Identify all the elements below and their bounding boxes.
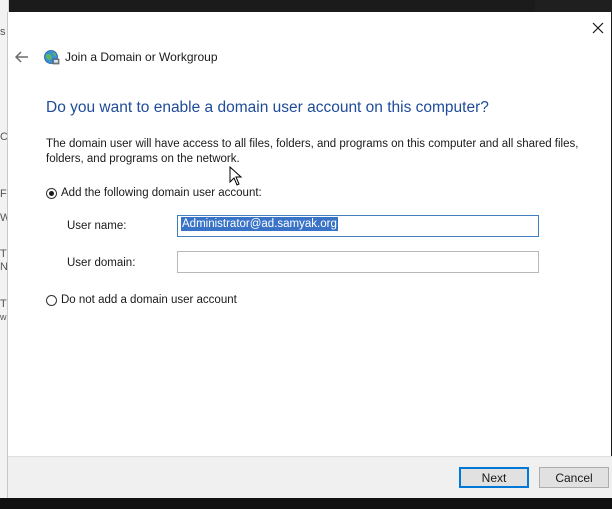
no-domain-account-label[interactable]: Do not add a domain user account [61,294,237,306]
description-text: The domain user will have access to all … [46,138,579,165]
no-domain-account-radio[interactable] [46,294,57,306]
page-heading: Do you want to enable a domain user acco… [46,99,489,116]
background-text-fragment: T [0,248,7,260]
background-text-fragment: F [0,188,7,200]
add-domain-account-option[interactable]: Add the following domain user account: [46,185,262,201]
add-domain-account-radio[interactable] [46,187,57,199]
background-text-fragment: s [0,26,6,38]
user-domain-input[interactable] [177,251,539,273]
add-domain-account-label[interactable]: Add the following domain user account: [61,187,262,199]
no-domain-account-option[interactable]: Do not add a domain user account [46,292,237,308]
close-button[interactable] [585,16,611,40]
username-label: User name: [67,220,127,232]
background-text-fragment: T [0,298,7,310]
close-icon [592,22,604,34]
network-globe-icon [44,50,60,65]
wizard-header: Join a Domain or Workgroup [8,46,568,70]
mouse-cursor-icon [229,166,243,186]
user-domain-label: User domain: [67,257,136,269]
username-input[interactable]: Administrator@ad.samyak.org [177,215,539,237]
username-selected-text: Administrator@ad.samyak.org [181,217,338,231]
join-domain-wizard-window: Join a Domain or Workgroup Do you want t… [7,12,612,498]
wizard-title: Join a Domain or Workgroup [65,50,218,64]
radio-selected-dot [49,190,54,196]
background-text-fragment: w [0,312,7,322]
next-button[interactable]: Next [459,467,529,488]
background-taskbar-strip [0,498,612,509]
back-button[interactable] [13,48,31,66]
wizard-footer: Next Cancel [8,456,612,498]
back-arrow-icon [15,51,28,63]
cancel-button[interactable]: Cancel [539,467,609,488]
